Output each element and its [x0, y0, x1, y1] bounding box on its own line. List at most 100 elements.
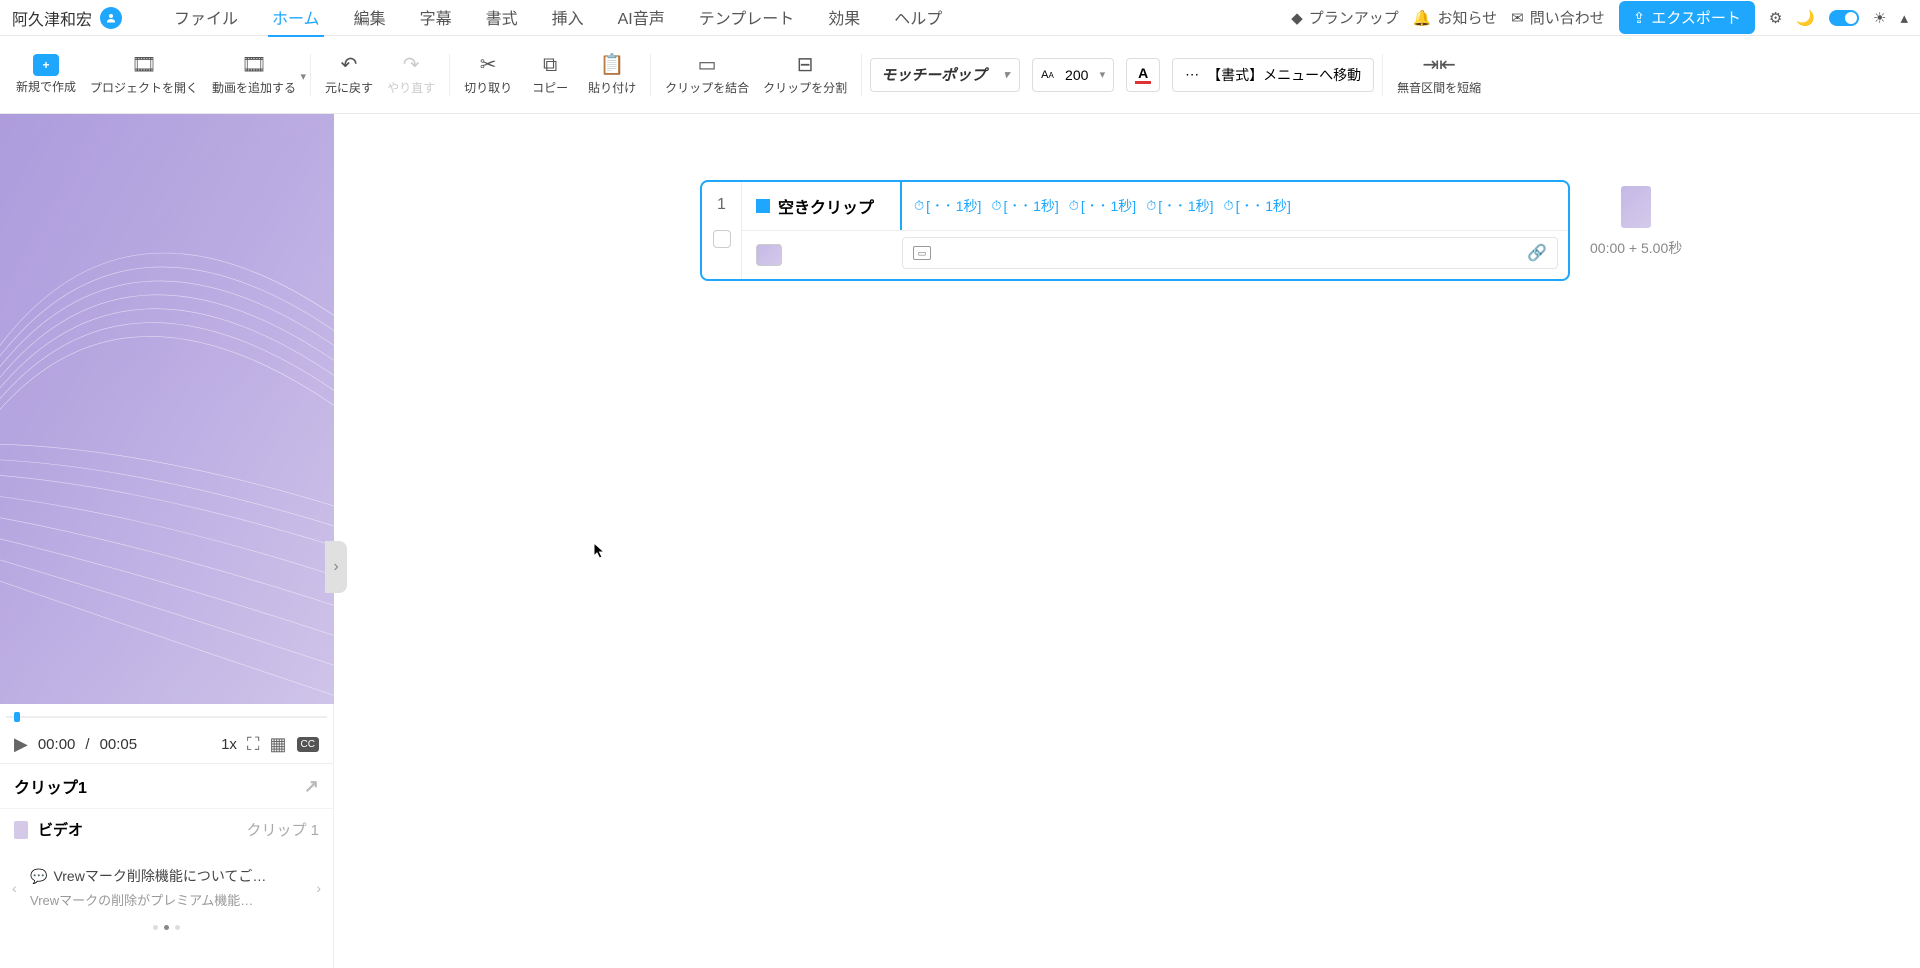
plus-icon: +	[33, 54, 59, 76]
menu-home[interactable]: ホーム	[268, 0, 324, 37]
cut-button[interactable]: ✂ 切り取り	[458, 45, 518, 105]
clip-video-meta: クリップ 1	[246, 819, 319, 840]
scissors-icon: ✂	[480, 53, 497, 77]
add-video-icon: 🎞	[241, 53, 266, 77]
segment-label: [ ･ ･ 1秒]	[1081, 196, 1136, 216]
sun-icon[interactable]: ☀	[1873, 9, 1886, 27]
menu-format[interactable]: 書式	[482, 0, 522, 37]
plan-up-button[interactable]: ◆ プランアップ	[1291, 7, 1399, 28]
menu-bar: 阿久津和宏 ファイル ホーム 編集 字幕 書式 挿入 AI音声 テンプレート 効…	[0, 0, 1920, 36]
video-preview[interactable]	[0, 114, 334, 704]
clip-video-label: ビデオ	[38, 819, 83, 840]
user-block[interactable]: 阿久津和宏	[12, 6, 122, 30]
bell-icon: 🔔	[1413, 9, 1432, 27]
format-menu-button[interactable]: ⋯ 【書式】メニューへ移動	[1172, 58, 1374, 92]
copy-label: コピー	[532, 81, 568, 95]
separator	[449, 54, 450, 96]
clip-segments[interactable]: ⏱[ ･ ･ 1秒] ⏱[ ･ ･ 1秒] ⏱[ ･ ･ 1秒] ⏱[ ･ ･ …	[902, 182, 1568, 230]
scrubber-playhead[interactable]	[14, 712, 20, 722]
add-video-label: 動画を追加する	[212, 81, 296, 95]
export-button[interactable]: ⇪ エクスポート	[1619, 1, 1755, 34]
open-external-icon[interactable]: ↗	[304, 776, 319, 797]
dot[interactable]	[164, 925, 169, 930]
menu-subtitle[interactable]: 字幕	[416, 0, 456, 37]
settings-icon[interactable]: ⚙	[1769, 9, 1782, 27]
notice-pagination-dots	[0, 925, 333, 936]
clip-index: 1	[702, 182, 742, 279]
left-panel: › ▶ 00:00 / 00:05 1x ⛶ ▦ CC クリップ1 ↗ ビデオ …	[0, 114, 334, 968]
chevron-down-icon: ▾	[1100, 68, 1106, 81]
menu-edit[interactable]: 編集	[350, 0, 390, 37]
clock-icon: ⏱	[991, 198, 1001, 214]
font-name-label: モッチーポップ	[881, 64, 986, 85]
font-color-button[interactable]: A	[1126, 58, 1160, 92]
copy-button[interactable]: ⧉ コピー	[520, 45, 580, 105]
menu-effect[interactable]: 効果	[824, 0, 864, 37]
font-select[interactable]: モッチーポップ ▾	[870, 58, 1020, 92]
notice-button[interactable]: 🔔 お知らせ	[1413, 7, 1497, 28]
redo-button[interactable]: ↷ やり直す	[381, 45, 441, 105]
clip-checkbox[interactable]	[713, 230, 731, 248]
menu-help[interactable]: ヘルプ	[890, 0, 946, 37]
new-create-label: 新規で作成	[16, 80, 76, 94]
font-size-select[interactable]: AA 200 ▾	[1032, 58, 1114, 92]
inquiry-button[interactable]: ✉ 問い合わせ	[1511, 7, 1605, 28]
expand-panel-handle[interactable]: ›	[325, 541, 347, 593]
current-time: 00:00	[38, 736, 76, 753]
merge-icon: ▭	[698, 53, 717, 77]
clip-card[interactable]: 1 空きクリップ ⏱[ ･ ･ 1秒] ⏱[ ･ ･ 1秒] ⏱[ ･ ･ 1秒…	[700, 180, 1570, 281]
segment: ⏱[ ･ ･ 1秒]	[1069, 196, 1136, 216]
link-icon[interactable]: 🔗	[1527, 243, 1547, 263]
notice-next-icon[interactable]: ›	[316, 880, 321, 896]
undo-button[interactable]: ↶ 元に戻す	[319, 45, 379, 105]
timeline-scrubber[interactable]	[0, 708, 333, 726]
redo-icon: ↷	[403, 53, 420, 77]
play-button[interactable]: ▶	[14, 734, 28, 755]
paste-button[interactable]: 📋 貼り付け	[582, 45, 642, 105]
add-video-button[interactable]: 🎞 動画を追加する ▾	[206, 45, 302, 105]
moon-icon[interactable]: 🌙	[1796, 9, 1815, 27]
separator	[650, 54, 651, 96]
dark-mode-toggle[interactable]	[1829, 10, 1859, 26]
menu-insert[interactable]: 挿入	[548, 0, 588, 37]
grid-icon[interactable]: ▦	[270, 734, 287, 755]
notice-prev-icon[interactable]: ‹	[12, 880, 17, 896]
menu-file[interactable]: ファイル	[170, 0, 242, 37]
menu-template[interactable]: テンプレート	[695, 0, 799, 37]
notice-title-row[interactable]: 💬 Vrewマーク削除機能についてご…	[30, 866, 303, 886]
clip-panel: クリップ1 ↗ ビデオ クリップ 1	[0, 763, 333, 850]
split-clip-button[interactable]: ⊟ クリップを分割	[757, 45, 853, 105]
chevron-down-icon: ▾	[301, 71, 307, 84]
new-create-button[interactable]: + 新規で作成	[10, 45, 82, 105]
notice-title-text: Vrewマーク削除機能についてご…	[53, 866, 266, 886]
mouse-cursor	[593, 542, 607, 563]
dot[interactable]	[175, 925, 180, 930]
clip-thumb-cell[interactable]	[742, 231, 902, 279]
side-thumbnail[interactable]: 00:00 + 5.00秒	[1590, 186, 1682, 258]
clip-top-row: 空きクリップ ⏱[ ･ ･ 1秒] ⏱[ ･ ･ 1秒] ⏱[ ･ ･ 1秒] …	[742, 182, 1568, 231]
open-project-button[interactable]: 🎞 プロジェクトを開く	[84, 45, 204, 105]
separator	[310, 54, 311, 96]
merge-clip-label: クリップを結合	[665, 81, 749, 95]
more-icon: ⋯	[1185, 66, 1199, 83]
dot[interactable]	[153, 925, 158, 930]
notice-subtitle: Vrewマークの削除がプレミアム機能…	[30, 890, 303, 909]
menu-items: ファイル ホーム 編集 字幕 書式 挿入 AI音声 テンプレート 効果 ヘルプ	[170, 0, 946, 37]
user-avatar-icon	[100, 7, 122, 29]
clip-title-cell[interactable]: 空きクリップ	[742, 182, 902, 230]
clip-panel-title: クリップ1	[14, 774, 87, 798]
caption-icon[interactable]: CC	[297, 737, 319, 752]
split-icon: ⊟	[797, 53, 814, 77]
shorten-silence-button[interactable]: ⇥⇤ 無音区間を短縮	[1391, 45, 1487, 105]
merge-clip-button[interactable]: ▭ クリップを結合	[659, 45, 755, 105]
playback-speed[interactable]: 1x	[221, 736, 237, 753]
fullscreen-icon[interactable]: ⛶	[247, 734, 260, 755]
menu-ai-voice[interactable]: AI音声	[614, 0, 669, 37]
segment-label: [ ･ ･ 1秒]	[926, 196, 981, 216]
subtitle-input[interactable]: ▭ 🔗	[902, 237, 1558, 269]
segment: ⏱[ ･ ･ 1秒]	[1146, 196, 1213, 216]
redo-label: やり直す	[387, 81, 435, 95]
paste-label: 貼り付け	[588, 81, 636, 95]
collapse-icon[interactable]: ▴	[1900, 9, 1908, 27]
clip-row-video[interactable]: ビデオ クリップ 1	[0, 808, 333, 850]
